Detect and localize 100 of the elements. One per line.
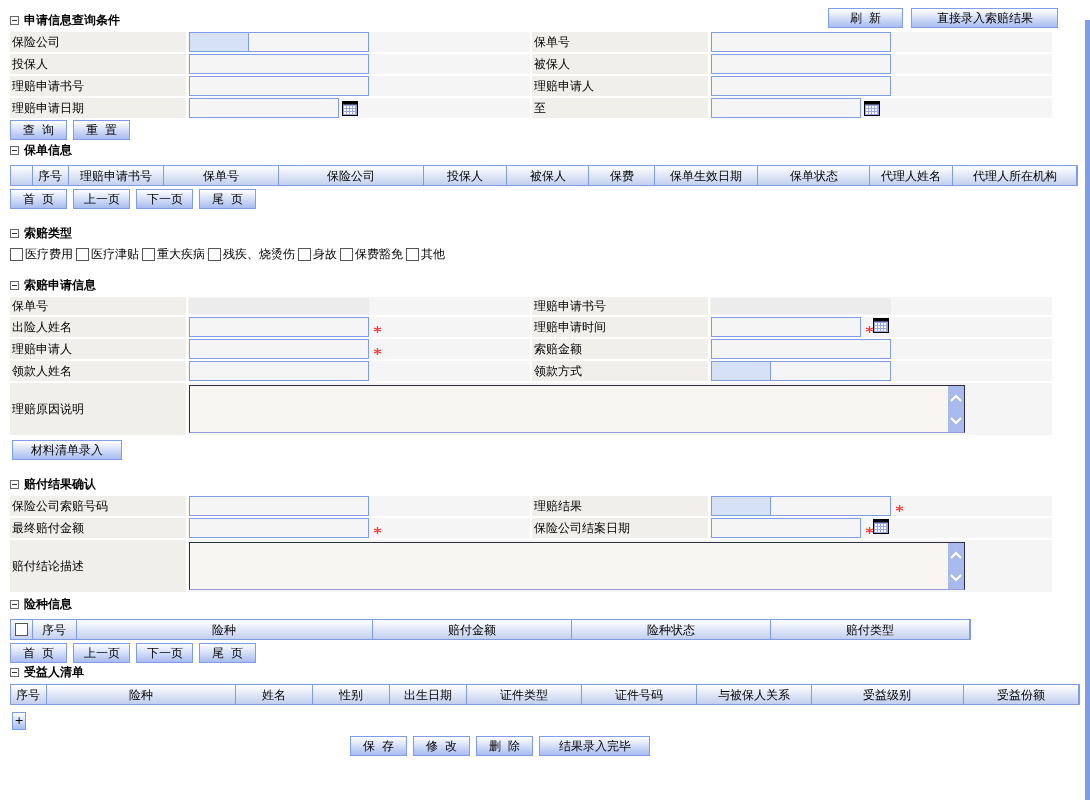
action-button[interactable]: 尾 页	[199, 643, 256, 663]
calendar-icon[interactable]	[864, 101, 880, 116]
checkbox-label: 医疗费用	[25, 246, 73, 263]
section-title: 申请信息查询条件	[24, 12, 120, 29]
date-input[interactable]	[189, 98, 339, 118]
text-input[interactable]	[189, 361, 369, 381]
checkbox[interactable]	[298, 247, 311, 261]
collapse-icon[interactable]	[10, 145, 19, 155]
column-header: 受益级别	[811, 685, 965, 704]
action-button[interactable]: 上一页	[73, 643, 130, 663]
scrollbar[interactable]	[1085, 20, 1090, 800]
field-label: 索赔金额	[534, 341, 582, 358]
field-label: 理赔结果	[534, 498, 582, 515]
collapse-icon[interactable]	[10, 280, 19, 290]
calendar-icon[interactable]	[873, 519, 889, 534]
calendar-icon[interactable]	[342, 101, 358, 116]
text-input[interactable]	[189, 317, 369, 337]
column-header: 序号	[33, 166, 69, 185]
action-button[interactable]: 首 页	[10, 643, 67, 663]
column-header: 保单号	[163, 166, 280, 185]
collapse-icon[interactable]	[10, 599, 19, 609]
select-field[interactable]	[189, 32, 369, 52]
field-label: 保单号	[534, 34, 570, 51]
required-icon	[374, 526, 381, 534]
date-input[interactable]	[711, 518, 861, 538]
field-label: 领款方式	[534, 363, 582, 380]
action-button[interactable]: 保 存	[350, 736, 407, 756]
checkbox[interactable]	[10, 247, 23, 261]
column-header: 保险公司	[279, 166, 424, 185]
text-input[interactable]	[189, 518, 369, 538]
collapse-icon[interactable]	[10, 15, 19, 25]
text-area[interactable]	[189, 542, 965, 590]
select-all-checkbox[interactable]	[15, 623, 28, 636]
text-input[interactable]	[711, 54, 891, 74]
date-input[interactable]	[711, 317, 861, 337]
select-field[interactable]	[711, 361, 891, 381]
action-button[interactable]: 下一页	[136, 189, 193, 209]
column-header: 代理人所在机构	[953, 166, 1077, 185]
required-icon	[866, 526, 873, 534]
column-header: 性别	[312, 685, 391, 704]
text-area[interactable]	[189, 385, 965, 433]
chevron-up-icon[interactable]	[950, 393, 962, 402]
text-input[interactable]	[189, 76, 369, 96]
text-input[interactable]	[711, 32, 891, 52]
checkbox[interactable]	[406, 247, 419, 261]
action-button[interactable]: 下一页	[136, 643, 193, 663]
required-icon	[866, 325, 873, 333]
column-header: 理赔申请书号	[68, 166, 164, 185]
collapse-icon[interactable]	[10, 667, 19, 677]
collapse-icon[interactable]	[10, 479, 19, 489]
action-button[interactable]: 重 置	[73, 120, 130, 140]
chevron-down-icon[interactable]	[950, 573, 962, 582]
text-input[interactable]	[189, 496, 369, 516]
checkbox[interactable]	[208, 247, 221, 261]
field-label: 保单号	[12, 298, 48, 315]
add-button[interactable]: +	[12, 711, 26, 730]
calendar-icon[interactable]	[873, 318, 889, 333]
text-input[interactable]	[711, 76, 891, 96]
field-label: 赔付结论描述	[12, 558, 84, 575]
field-label: 理赔申请书号	[12, 78, 84, 95]
action-button[interactable]: 上一页	[73, 189, 130, 209]
select-field[interactable]	[711, 496, 891, 516]
column-header: 保单生效日期	[655, 166, 759, 185]
action-button[interactable]: 结果录入完毕	[539, 736, 650, 756]
action-button[interactable]: 刷 新	[828, 8, 903, 28]
checkbox[interactable]	[142, 247, 155, 261]
action-button[interactable]: 删 除	[476, 736, 533, 756]
chevron-up-icon[interactable]	[950, 550, 962, 559]
field-label: 保险公司	[12, 34, 60, 51]
required-icon	[896, 504, 903, 512]
field-label: 保险公司结案日期	[534, 520, 630, 537]
field-label: 理赔申请人	[534, 78, 594, 95]
column-header: 受益份额	[964, 685, 1079, 704]
action-button[interactable]: 尾 页	[199, 189, 256, 209]
text-input[interactable]	[189, 54, 369, 74]
scrollbar[interactable]	[948, 543, 964, 589]
checkbox[interactable]	[76, 247, 89, 261]
column-header: 险种状态	[572, 620, 772, 639]
scrollbar[interactable]	[948, 386, 964, 432]
column-header: 险种	[76, 620, 374, 639]
action-button[interactable]: 首 页	[10, 189, 67, 209]
column-header: 证件类型	[467, 685, 583, 704]
checkbox-label: 身故	[313, 246, 337, 263]
column-header: 代理人姓名	[870, 166, 954, 185]
column-header: 姓名	[235, 685, 313, 704]
chevron-down-icon[interactable]	[950, 416, 962, 425]
column-header: 序号	[33, 620, 77, 639]
field-label: 出险人姓名	[12, 319, 72, 336]
checkbox[interactable]	[340, 247, 353, 261]
collapse-icon[interactable]	[10, 228, 19, 238]
date-input[interactable]	[711, 98, 861, 118]
text-input[interactable]	[189, 339, 369, 359]
column-header: 赔付金额	[373, 620, 573, 639]
text-input[interactable]	[711, 339, 891, 359]
action-button[interactable]: 查 询	[10, 120, 67, 140]
column-header: 险种	[46, 685, 236, 704]
action-button[interactable]: 修 改	[413, 736, 470, 756]
action-button[interactable]: 直接录入索赔结果	[911, 8, 1058, 28]
section-title: 受益人清单	[24, 664, 84, 681]
action-button[interactable]: 材料清单录入	[12, 440, 122, 460]
